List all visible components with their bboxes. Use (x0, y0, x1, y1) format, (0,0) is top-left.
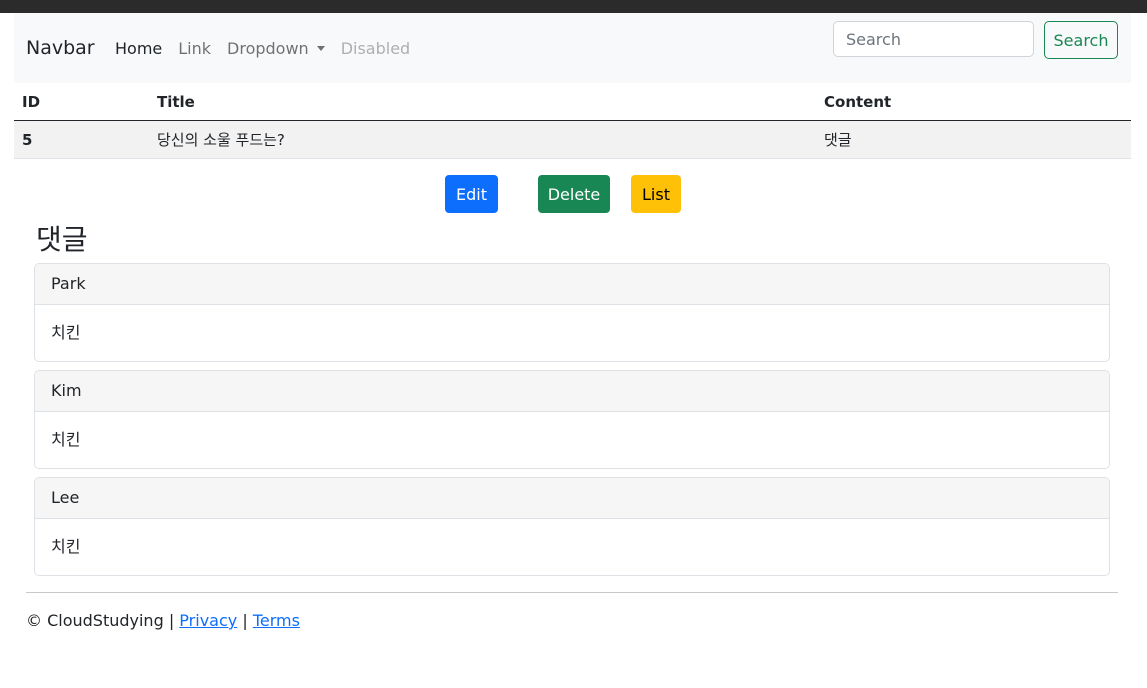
browser-top-strip (0, 0, 1147, 13)
nav-dropdown-toggle[interactable]: Dropdown (227, 39, 325, 58)
post-id: 5 (14, 120, 149, 159)
nav-link-home[interactable]: Home (115, 39, 162, 58)
privacy-link[interactable]: Privacy (179, 611, 237, 630)
column-header-title: Title (149, 83, 816, 121)
delete-button[interactable]: Delete (538, 175, 610, 213)
comment-card: Lee 치킨 (34, 477, 1110, 576)
table-row: 5 당신의 소울 푸드는? 댓글 (14, 120, 1131, 159)
edit-button[interactable]: Edit (445, 175, 498, 213)
comment-card: Kim 치킨 (34, 370, 1110, 469)
search-button[interactable]: Search (1044, 21, 1118, 59)
comments-heading: 댓글 (36, 223, 88, 256)
comment-author: Lee (35, 478, 1109, 519)
footer: © CloudStudying | Privacy | Terms (26, 611, 300, 630)
column-header-id: ID (14, 83, 149, 121)
table-header-row: ID Title Content (14, 83, 1131, 121)
post-content: 댓글 (816, 120, 1131, 159)
caret-down-icon (316, 46, 325, 51)
post-table: ID Title Content 5 당신의 소울 푸드는? 댓글 (14, 83, 1131, 159)
comment-text: 치킨 (51, 537, 81, 556)
comment-author: Park (35, 264, 1109, 305)
navbar: Navbar Home Link Dropdown Disabled Searc… (14, 13, 1131, 83)
navbar-brand[interactable]: Navbar (26, 37, 95, 59)
nav-link-disabled: Disabled (340, 39, 411, 58)
terms-link[interactable]: Terms (253, 611, 300, 630)
comment-text: 치킨 (51, 323, 81, 342)
column-header-content: Content (816, 83, 1131, 121)
nav-link-link[interactable]: Link (178, 39, 211, 58)
comment-card: Park 치킨 (34, 263, 1110, 362)
footer-copyright: © CloudStudying | (26, 611, 175, 630)
footer-separator: | (242, 611, 248, 630)
post-title: 당신의 소울 푸드는? (149, 120, 816, 159)
list-button[interactable]: List (631, 175, 681, 213)
comment-text: 치킨 (51, 430, 81, 449)
comment-author: Kim (35, 371, 1109, 412)
nav-links: Home Link Dropdown Disabled (115, 39, 426, 58)
nav-dropdown-label: Dropdown (227, 39, 309, 58)
search-input[interactable] (833, 21, 1034, 57)
footer-divider (26, 592, 1118, 593)
